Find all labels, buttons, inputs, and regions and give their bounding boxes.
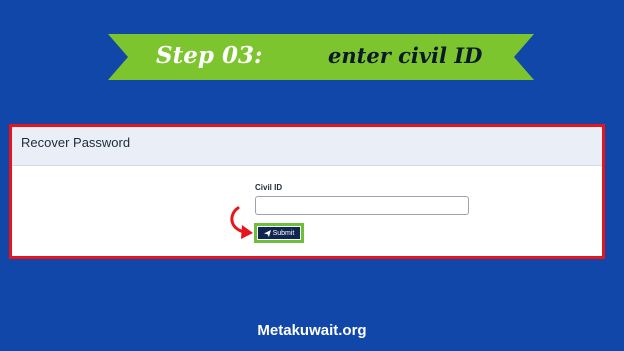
step-instruction: enter civil ID	[328, 43, 483, 68]
civil-id-label: Civil ID	[255, 183, 283, 192]
submit-button[interactable]: Submit	[257, 226, 301, 240]
site-watermark: Metakuwait.org	[257, 322, 367, 339]
submit-highlight: Submit	[254, 223, 304, 243]
civil-id-input[interactable]	[255, 196, 469, 215]
panel-title: Recover Password	[21, 135, 131, 150]
step-label: Step 03:	[156, 42, 263, 69]
curved-arrow-icon	[230, 206, 253, 239]
submit-label: Submit	[272, 229, 295, 237]
step-banner: Step 03: enter civil ID	[108, 34, 534, 80]
send-icon	[263, 229, 271, 237]
panel-header: Recover Password	[12, 127, 602, 166]
recover-password-panel: Recover Password Civil ID Submit	[9, 124, 605, 259]
